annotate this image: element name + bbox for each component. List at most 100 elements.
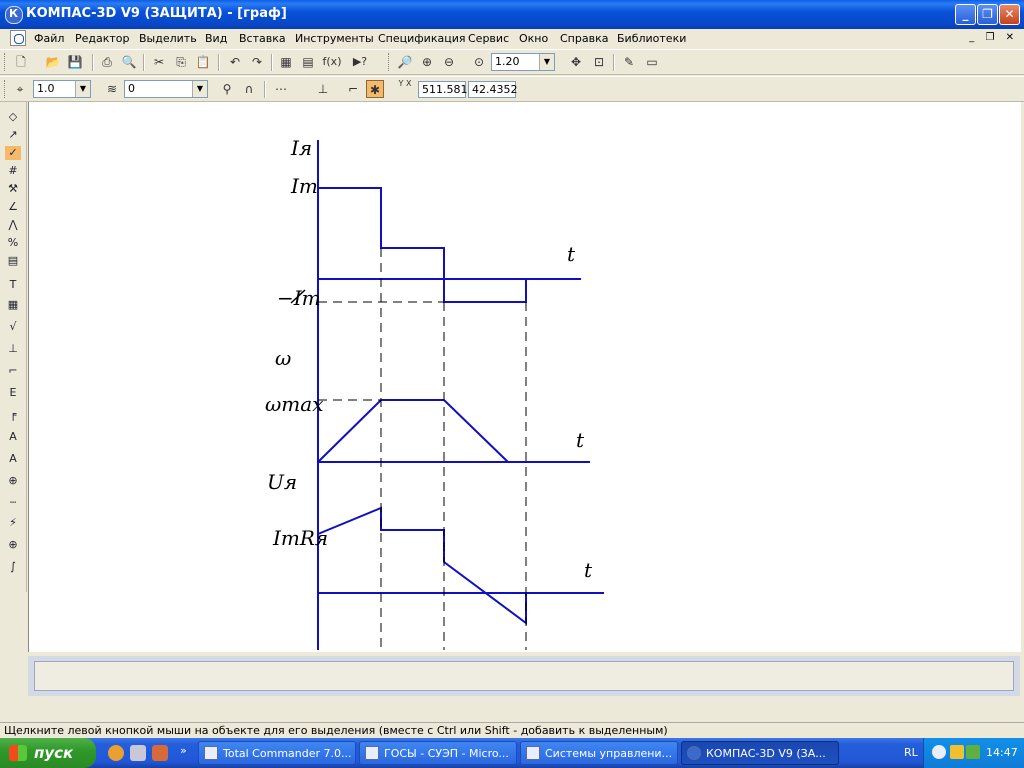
close-button[interactable]: ✕: [999, 4, 1020, 25]
ortho-icon[interactable]: ⌐: [344, 80, 362, 98]
menu-insert[interactable]: Вставка: [239, 32, 286, 45]
wave-line-icon[interactable]: ∫: [5, 560, 21, 574]
status-bar: Щелкните левой кнопкой мыши на объекте д…: [0, 722, 1024, 739]
magnet-icon[interactable]: ∩: [240, 80, 258, 98]
tray-expand-icon[interactable]: [932, 745, 946, 759]
quicklaunch-app-icon[interactable]: [108, 745, 124, 761]
grid-icon[interactable]: ⋯: [272, 80, 290, 98]
axis-icon[interactable]: ⊕: [5, 474, 21, 488]
menu-window[interactable]: Окно: [519, 32, 548, 45]
task-label: Total Commander 7.0...: [223, 747, 352, 760]
cut-line-icon[interactable]: A: [5, 452, 21, 466]
print-preview-icon[interactable]: 🔍: [120, 53, 138, 71]
start-button[interactable]: пуск: [0, 738, 96, 768]
associative-view-icon[interactable]: %: [5, 236, 21, 250]
center-mark-icon[interactable]: ⊕: [5, 538, 21, 552]
zoom-in-icon[interactable]: ⊕: [418, 53, 436, 71]
current-layer-combo[interactable]: 0 ▼: [124, 80, 208, 98]
menu-edit[interactable]: Редактор: [75, 32, 130, 45]
document-icon[interactable]: [10, 30, 26, 46]
leader-icon[interactable]: ⌐: [5, 364, 21, 378]
chevron-down-icon[interactable]: ▼: [539, 54, 554, 70]
editing-icon[interactable]: #: [5, 164, 21, 178]
properties-panel-area[interactable]: [34, 661, 1014, 691]
local-cs-icon[interactable]: ⊥: [314, 80, 332, 98]
menu-view[interactable]: Вид: [205, 32, 227, 45]
toolbar-grip[interactable]: [4, 80, 8, 98]
menu-select[interactable]: Выделить: [139, 32, 197, 45]
roughness-icon[interactable]: √: [5, 320, 21, 334]
toolbar-grip[interactable]: [388, 53, 392, 71]
dashed-line-icon[interactable]: ┄: [5, 496, 21, 510]
menu-tools[interactable]: Инструменты: [295, 32, 374, 45]
open-folder-icon[interactable]: 📂: [44, 53, 62, 71]
cut-icon[interactable]: ✂: [150, 53, 168, 71]
document-window-buttons[interactable]: _ ❐ ✕: [969, 32, 1018, 43]
coord-y-field[interactable]: 42.4352: [468, 81, 518, 98]
language-indicator[interactable]: RL: [904, 746, 918, 759]
refresh-icon[interactable]: ✎: [620, 53, 638, 71]
task-total-commander[interactable]: Total Commander 7.0...: [198, 741, 356, 765]
menu-service[interactable]: Сервис: [468, 32, 509, 45]
zoom-scale-icon[interactable]: ⊙: [470, 53, 488, 71]
layers-icon[interactable]: ≋: [103, 80, 121, 98]
quicklaunch-more-icon[interactable]: »: [180, 744, 187, 757]
specification-icon[interactable]: ▤: [5, 254, 21, 268]
coordinates-icon: Y X: [398, 79, 412, 88]
redo-icon[interactable]: ↷: [248, 53, 266, 71]
context-help-icon[interactable]: ▶?: [350, 53, 370, 71]
zoom-combo[interactable]: 1.20 ▼: [491, 53, 555, 71]
menu-specification[interactable]: Спецификация: [378, 32, 465, 45]
task-word-gosy[interactable]: ГОСЫ - СУЭП - Micro...: [359, 741, 517, 765]
task-kompas[interactable]: КОМПАС-3D V9 (ЗА...: [681, 741, 839, 765]
paste-icon[interactable]: 📋: [194, 53, 212, 71]
copy-icon[interactable]: ⎘: [172, 53, 190, 71]
tray-network-icon[interactable]: [966, 745, 980, 759]
parametrization-icon[interactable]: ⚒: [5, 182, 21, 196]
pan-icon[interactable]: ✥: [567, 53, 585, 71]
variables-fx-icon[interactable]: f(x): [320, 53, 344, 71]
quicklaunch-app-icon[interactable]: [130, 745, 146, 761]
geometry-icon[interactable]: ◇: [5, 110, 21, 124]
menu-help[interactable]: Справка: [560, 32, 608, 45]
tray-app-icon[interactable]: [950, 745, 964, 759]
kompas-app-icon[interactable]: [5, 6, 23, 24]
maximize-button[interactable]: ❐: [977, 4, 998, 25]
coord-x-field[interactable]: 511.581: [418, 81, 468, 98]
toolbar-grip[interactable]: [4, 53, 8, 71]
zoom-window-icon[interactable]: 🔎: [396, 53, 414, 71]
print-icon[interactable]: ⎙: [98, 53, 116, 71]
arrow-view-icon[interactable]: A: [5, 430, 21, 444]
minimize-button[interactable]: _: [955, 4, 976, 25]
selection-icon[interactable]: ⋀: [5, 218, 21, 232]
designations-icon[interactable]: ✓: [5, 146, 21, 160]
manager-icon[interactable]: ▦: [277, 53, 295, 71]
base-icon[interactable]: ⊥: [5, 342, 21, 356]
drawing-canvas[interactable]: Iя Im −Im t ω ωmax t Uя ImRя t: [28, 102, 1021, 652]
chevron-down-icon[interactable]: ▼: [192, 81, 207, 97]
measure-icon[interactable]: ∠: [5, 200, 21, 214]
dimensions-icon[interactable]: ↗: [5, 128, 21, 142]
show-all-icon[interactable]: ⊡: [590, 53, 608, 71]
tolerance-icon[interactable]: Ε: [5, 386, 21, 400]
menu-libraries[interactable]: Библиотеки: [617, 32, 686, 45]
new-document-icon[interactable]: 🗋: [12, 53, 30, 71]
menu-file[interactable]: Файл: [34, 32, 64, 45]
quicklaunch-app-icon[interactable]: [152, 745, 168, 761]
table-icon[interactable]: ▦: [5, 298, 21, 312]
task-label: ГОСЫ - СУЭП - Micro...: [384, 747, 509, 760]
break-icon[interactable]: ⚡: [5, 516, 21, 530]
snap-icon[interactable]: ✱: [366, 80, 384, 98]
text-icon[interactable]: T: [5, 278, 21, 292]
undo-icon[interactable]: ↶: [226, 53, 244, 71]
save-icon[interactable]: 💾: [66, 53, 84, 71]
chevron-down-icon[interactable]: ▼: [75, 81, 90, 97]
task-word-systems[interactable]: Системы управлени...: [520, 741, 678, 765]
frame-icon[interactable]: ╒: [5, 408, 21, 422]
cursor-step-combo[interactable]: 1.0 ▼: [33, 80, 91, 98]
step-cursor-icon[interactable]: ⌖: [11, 80, 29, 98]
properties-icon[interactable]: ⚲: [218, 80, 236, 98]
library-icon[interactable]: ▤: [299, 53, 317, 71]
zoom-out-icon[interactable]: ⊖: [440, 53, 458, 71]
display-icon[interactable]: ▭: [643, 53, 661, 71]
